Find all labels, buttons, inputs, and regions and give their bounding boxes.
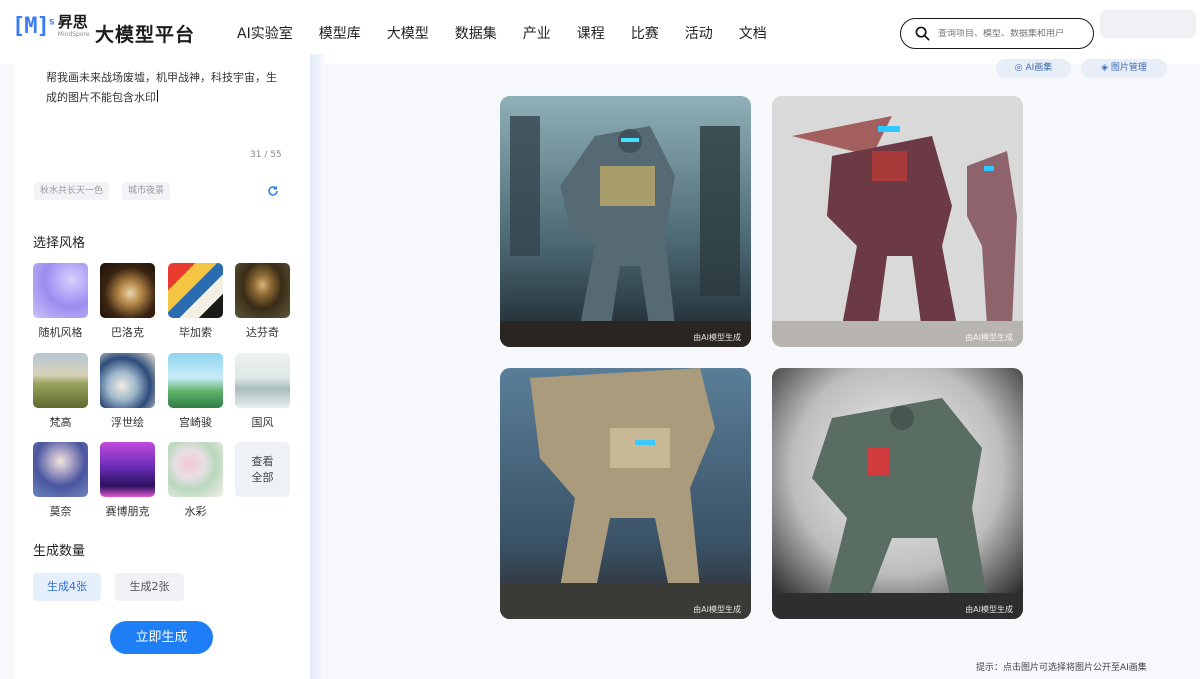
manage-icon: ◈	[1101, 63, 1111, 73]
chinese-style-thumb	[235, 353, 290, 408]
monet-thumb	[33, 442, 88, 497]
suggestion-chip[interactable]: 秋水共长天一色	[34, 182, 110, 200]
count-section-title: 生成数量	[33, 544, 86, 559]
result-image-2[interactable]: 由AI模型生成	[772, 96, 1023, 347]
random-style-thumb	[33, 263, 88, 318]
style-option-vangogh[interactable]: 梵高	[33, 353, 88, 430]
main-nav: AI实验室 模型库 大模型 数据集 产业 课程 比赛 活动 文档	[237, 23, 793, 43]
style-option-baroque[interactable]: 巴洛克	[100, 263, 155, 340]
mech-robot-ruins-1	[500, 96, 751, 347]
refresh-icon[interactable]	[267, 185, 279, 197]
count-option-4[interactable]: 生成4张	[33, 573, 101, 601]
nav-item-docs[interactable]: 文档	[739, 23, 767, 43]
gallery-icon: ◎	[1014, 63, 1026, 73]
generation-panel: 帮我画未来战场废墟，机甲战神，科技宇宙，生成的图片不能包含水印 31 / 55 …	[14, 54, 310, 679]
mech-robot-green-4	[772, 368, 1023, 619]
view-all-styles-button[interactable]: 查看全部	[235, 442, 290, 497]
ai-gallery-button[interactable]: ◎ AI画集	[996, 59, 1071, 78]
search-input[interactable]	[938, 28, 1088, 39]
ai-watermark: 由AI模型生成	[693, 605, 741, 614]
nav-item-events[interactable]: 活动	[685, 23, 713, 43]
style-option-random[interactable]: 随机风格	[33, 263, 88, 340]
style-option-davinci[interactable]: 达芬奇	[235, 263, 290, 340]
ukiyoe-thumb	[100, 353, 155, 408]
platform-title[interactable]: 大模型平台	[95, 20, 195, 47]
picasso-thumb	[168, 263, 223, 318]
style-option-watercolor[interactable]: 水彩	[168, 442, 223, 519]
style-section-title: 选择风格	[33, 236, 86, 251]
search-box[interactable]	[900, 18, 1094, 49]
style-option-chinese[interactable]: 国风	[235, 353, 290, 430]
suggestion-chip[interactable]: 城市夜景	[122, 182, 171, 200]
count-option-2[interactable]: 生成2张	[115, 573, 184, 601]
miyazaki-thumb	[168, 353, 223, 408]
style-option-picasso[interactable]: 毕加索	[168, 263, 223, 340]
style-option-ukiyoe[interactable]: 浮世绘	[100, 353, 155, 430]
nav-item-courses[interactable]: 课程	[577, 23, 605, 43]
user-area[interactable]	[1100, 10, 1196, 38]
style-option-cyberpunk[interactable]: 赛博朋克	[100, 442, 155, 519]
mindspore-logo[interactable]: [M]s 昇思 MindSpore	[12, 14, 90, 39]
vangogh-thumb	[33, 353, 88, 408]
generate-button[interactable]: 立即生成	[110, 621, 213, 654]
ai-watermark: 由AI模型生成	[965, 333, 1013, 342]
logo-text-cn: 昇思	[57, 13, 88, 31]
nav-item-datasets[interactable]: 数据集	[455, 23, 497, 43]
nav-item-large-model[interactable]: 大模型	[387, 23, 429, 43]
text-caret	[157, 90, 158, 102]
ai-watermark: 由AI模型生成	[965, 605, 1013, 614]
nav-item-industry[interactable]: 产业	[523, 23, 551, 43]
watercolor-thumb	[168, 442, 223, 497]
char-counter: 31 / 55	[250, 150, 282, 160]
davinci-thumb	[235, 263, 290, 318]
result-image-3[interactable]: 由AI模型生成	[500, 368, 751, 619]
baroque-thumb	[100, 263, 155, 318]
nav-item-ai-lab[interactable]: AI实验室	[237, 23, 293, 43]
image-manage-button[interactable]: ◈ 图片管理	[1081, 59, 1167, 78]
ai-watermark: 由AI模型生成	[693, 333, 741, 342]
prompt-input[interactable]: 帮我画未来战场废墟，机甲战神，科技宇宙，生成的图片不能包含水印	[46, 68, 280, 108]
search-icon	[915, 26, 930, 41]
hint-text: 提示：点击图片可选择将图片公开至AI画集	[976, 663, 1147, 673]
cyberpunk-thumb	[100, 442, 155, 497]
nav-item-competitions[interactable]: 比赛	[631, 23, 659, 43]
logo-text-en: MindSpore	[57, 31, 90, 38]
mech-robot-red-2	[772, 96, 1023, 347]
result-image-1[interactable]: 由AI模型生成	[500, 96, 751, 347]
style-option-miyazaki[interactable]: 宫崎骏	[168, 353, 223, 430]
mech-robot-tan-3	[500, 368, 751, 619]
style-option-monet[interactable]: 莫奈	[33, 442, 88, 519]
panel-edge	[310, 54, 324, 679]
nav-item-model-hub[interactable]: 模型库	[319, 23, 361, 43]
result-image-4[interactable]: 由AI模型生成	[772, 368, 1023, 619]
logo-mark-icon: [M]s	[12, 14, 55, 39]
